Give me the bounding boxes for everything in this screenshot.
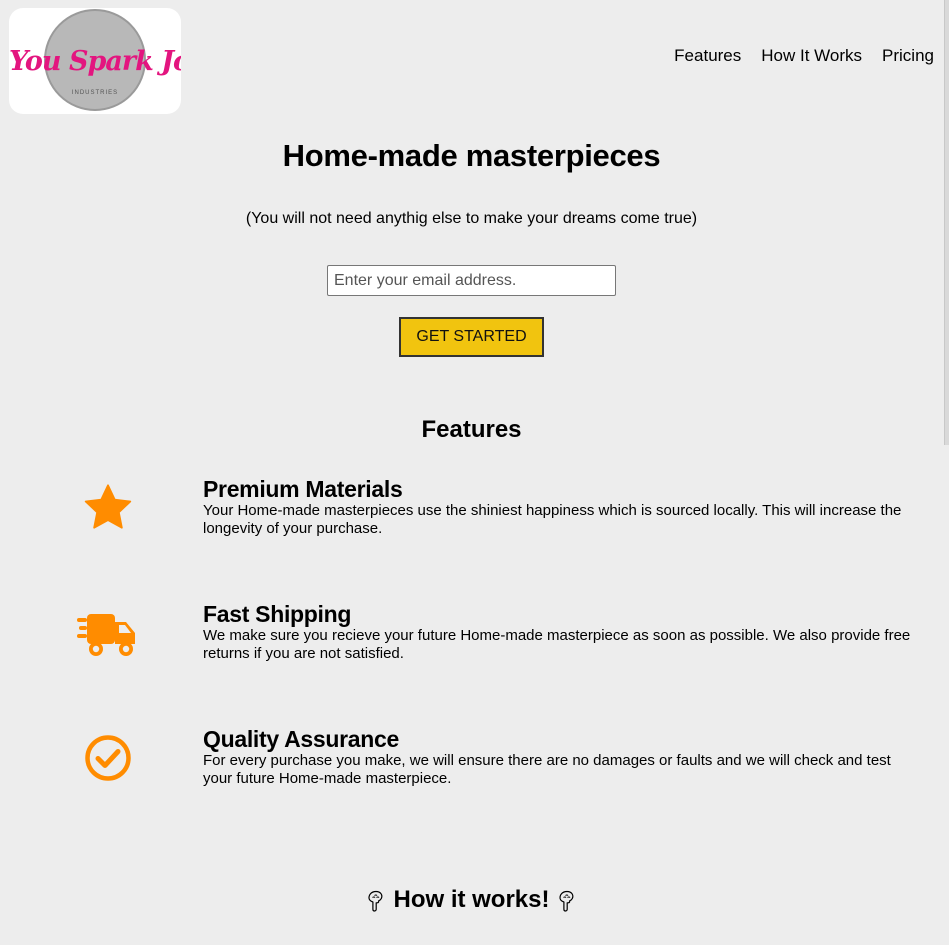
nav-link-features[interactable]: Features: [674, 46, 741, 66]
feature-text: Quality Assurance For every purchase you…: [203, 726, 918, 788]
feature-item: Premium Materials Your Home-made masterp…: [0, 476, 949, 556]
landing-page: You Spark Joy INDUSTRIES Features How It…: [0, 0, 949, 945]
feature-item: Fast Shipping We make sure you recieve y…: [0, 601, 949, 681]
logo-script-text: You Spark Joy: [9, 46, 181, 77]
check-circle-icon: [76, 726, 140, 790]
header: You Spark Joy INDUSTRIES Features How It…: [0, 0, 949, 115]
logo[interactable]: You Spark Joy INDUSTRIES: [9, 8, 181, 114]
nav-bar: Features How It Works Pricing: [674, 46, 934, 66]
feature-description: We make sure you recieve your future Hom…: [203, 627, 911, 662]
feature-text: Premium Materials Your Home-made masterp…: [203, 476, 918, 538]
how-it-works-title-text: How it works!: [393, 886, 550, 913]
how-it-works-title: How it works!: [0, 886, 943, 914]
hero-title: Home-made masterpieces: [282, 138, 661, 173]
pointing-down-icon: [368, 890, 383, 912]
feature-description: For every purchase you make, we will ens…: [203, 752, 891, 787]
pointing-down-icon: [558, 890, 573, 912]
star-icon: [76, 476, 140, 540]
nav-link-how-it-works[interactable]: How It Works: [761, 46, 862, 66]
feature-item: Quality Assurance For every purchase you…: [0, 726, 949, 806]
get-started-button[interactable]: GET STARTED: [399, 317, 544, 357]
feature-heading: Fast Shipping: [203, 601, 352, 627]
feature-description: Your Home-made masterpieces use the shin…: [203, 502, 902, 537]
feature-text: Fast Shipping We make sure you recieve y…: [203, 601, 918, 663]
logo-subtitle: INDUSTRIES: [71, 90, 119, 96]
features-title: Features: [421, 416, 522, 443]
feature-heading: Premium Materials: [203, 476, 403, 502]
feature-heading: Quality Assurance: [203, 726, 400, 752]
email-input[interactable]: [327, 265, 616, 296]
nav-link-pricing[interactable]: Pricing: [882, 46, 934, 66]
truck-icon: [76, 601, 140, 665]
hero-subtitle: (You will not need anythig else to make …: [245, 210, 698, 227]
